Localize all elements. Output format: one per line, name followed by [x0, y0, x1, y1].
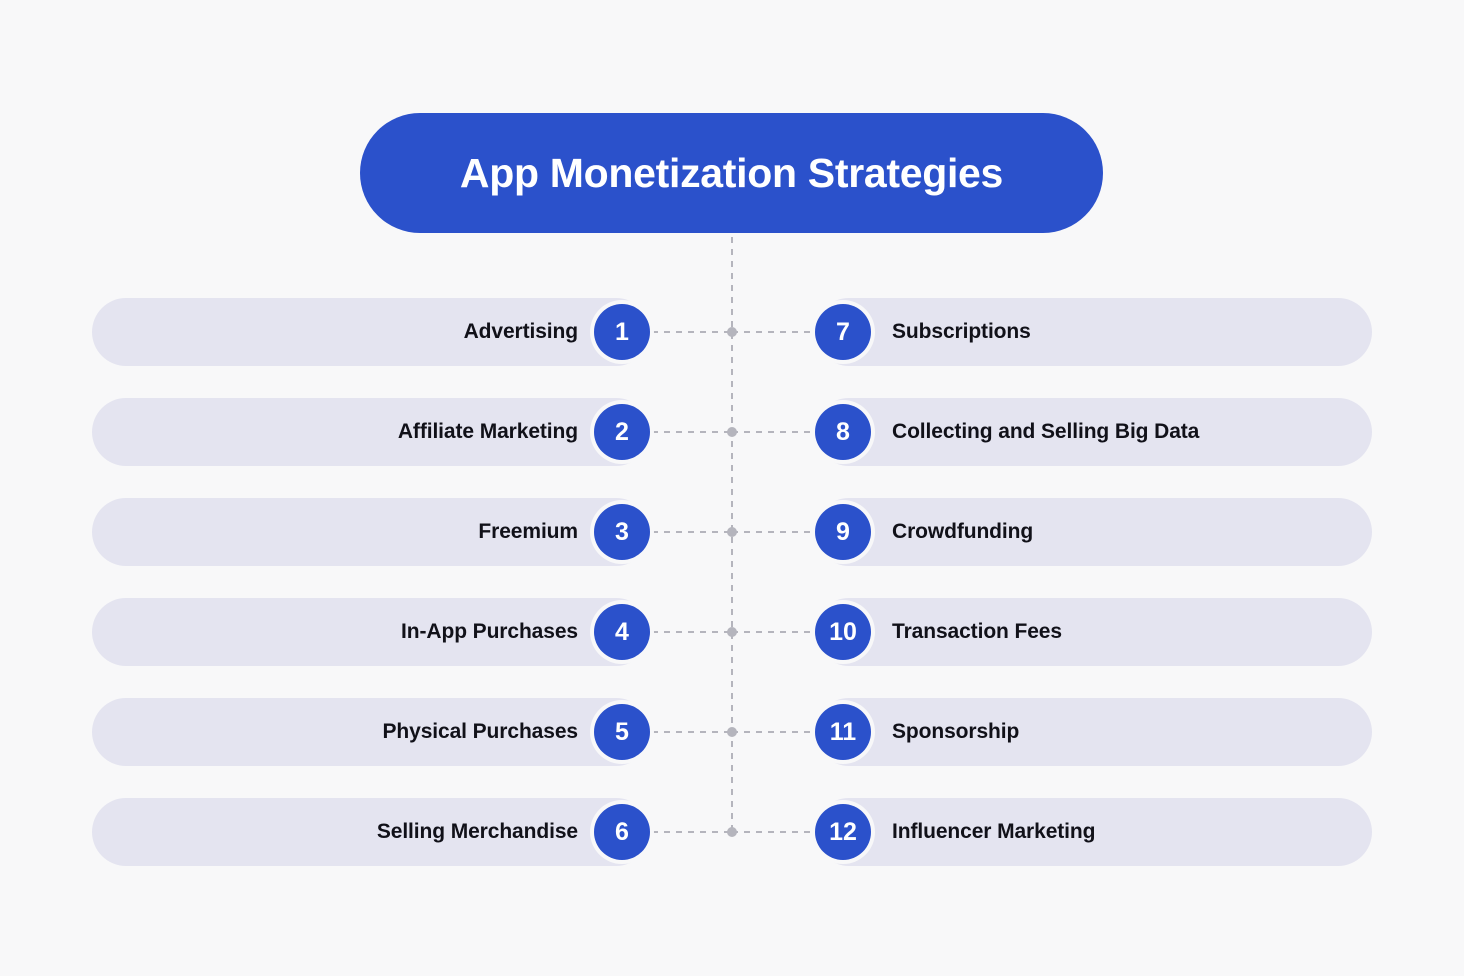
strategy-row[interactable]: Affiliate Marketing 2 [92, 398, 650, 466]
strategy-label: Crowdfunding [892, 520, 1034, 543]
strategy-label: Transaction Fees [892, 620, 1062, 643]
strategy-row[interactable]: Advertising 1 [92, 298, 650, 366]
connector-junction-dot [727, 827, 737, 837]
strategy-number: 8 [836, 417, 850, 446]
strategy-number-badge: 10 [815, 604, 871, 660]
strategy-number-badge: 12 [815, 804, 871, 860]
strategy-number: 9 [836, 517, 850, 546]
strategy-label: Physical Purchases [382, 720, 579, 743]
strategy-number-badge: 5 [594, 704, 650, 760]
connector-junction-dot [727, 427, 737, 437]
strategy-row[interactable]: Collecting and Selling Big Data 8 [815, 398, 1372, 466]
strategy-row[interactable]: Subscriptions 7 [815, 298, 1372, 366]
strategy-number-badge: 6 [594, 804, 650, 860]
strategy-number: 3 [615, 517, 629, 546]
strategy-number-badge: 9 [815, 504, 871, 560]
strategy-number-badge: 8 [815, 404, 871, 460]
strategy-label: Sponsorship [892, 720, 1020, 743]
strategy-row[interactable]: Freemium 3 [92, 498, 650, 566]
strategy-row[interactable]: Selling Merchandise 6 [92, 798, 650, 866]
strategy-row[interactable]: Influencer Marketing 12 [815, 798, 1372, 866]
strategy-number-badge: 4 [594, 604, 650, 660]
strategy-number: 1 [615, 317, 629, 346]
strategy-label: Freemium [478, 520, 578, 543]
strategy-row[interactable]: Crowdfunding 9 [815, 498, 1372, 566]
strategy-row[interactable]: Transaction Fees 10 [815, 598, 1372, 666]
strategy-row[interactable]: Physical Purchases 5 [92, 698, 650, 766]
strategy-number: 5 [615, 717, 629, 746]
connector-junction-dot [727, 627, 737, 637]
strategy-number: 7 [836, 317, 850, 346]
strategy-number-badge: 1 [594, 304, 650, 360]
strategy-number-badge: 7 [815, 304, 871, 360]
title-banner: App Monetization Strategies [360, 113, 1103, 233]
strategy-row[interactable]: Sponsorship 11 [815, 698, 1372, 766]
connector-junction-dot [727, 727, 737, 737]
strategy-number: 4 [615, 617, 629, 646]
strategy-label: Subscriptions [892, 320, 1031, 343]
connector-junction-dot [727, 327, 737, 337]
strategy-label: Influencer Marketing [892, 820, 1096, 843]
strategy-label: Affiliate Marketing [397, 420, 578, 443]
strategy-number-badge: 11 [815, 704, 871, 760]
infographic-canvas: App Monetization Strategies Advertising 1… [0, 0, 1464, 976]
page-title: App Monetization Strategies [459, 149, 1004, 196]
strategy-label: Advertising [463, 320, 579, 343]
strategy-number: 11 [829, 717, 857, 746]
strategy-number-badge: 2 [594, 404, 650, 460]
strategy-label: Selling Merchandise [376, 820, 578, 843]
strategy-row[interactable]: In-App Purchases 4 [92, 598, 650, 666]
strategy-label: Collecting and Selling Big Data [892, 420, 1200, 443]
connector-junction-dot [727, 527, 737, 537]
strategy-number: 6 [615, 817, 629, 846]
strategy-number: 12 [829, 817, 857, 846]
strategy-number: 2 [615, 417, 629, 446]
strategy-number: 10 [829, 617, 857, 646]
strategy-number-badge: 3 [594, 504, 650, 560]
strategy-label: In-App Purchases [401, 620, 578, 643]
